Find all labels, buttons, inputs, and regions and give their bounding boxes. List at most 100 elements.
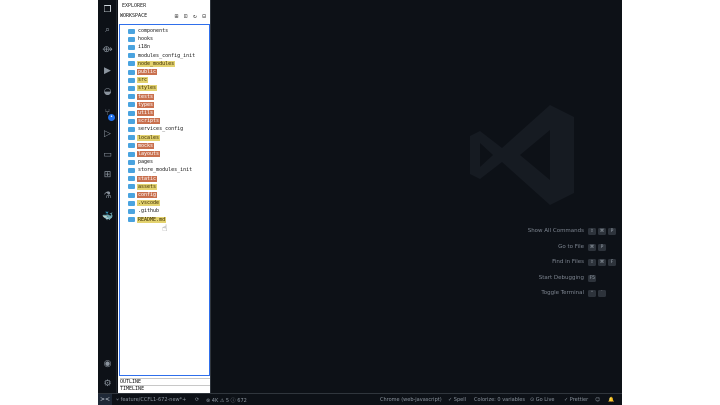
outline-section-header[interactable]: OUTLINE — [120, 378, 210, 385]
tree-item[interactable]: mocks — [128, 142, 208, 150]
tree-item[interactable]: hooks — [128, 35, 208, 43]
copilot-icon[interactable]: ◒ — [102, 87, 113, 98]
run-icon[interactable]: ▶ — [102, 66, 113, 77]
shortcut-keys: ⇧ ⌘ F — [588, 259, 616, 267]
workspace-section-header[interactable]: WORKSPACE ⊞ ⊡ ↻ ⊟ — [120, 13, 209, 22]
keycap: P — [598, 243, 606, 251]
tree-item-label: store_modules_init — [138, 167, 193, 174]
tree-item[interactable]: types — [128, 101, 208, 109]
tree-item-label: types — [137, 101, 155, 108]
tree-item-label: static — [137, 175, 158, 182]
tree-item[interactable]: i18n — [128, 43, 208, 51]
shortcut-label: Find in Files — [552, 259, 584, 266]
shortcut-label: Toggle Terminal — [541, 290, 584, 297]
tree-item[interactable]: .vscode — [128, 199, 208, 207]
explorer-sidebar: EXPLORER WORKSPACE ⊞ ⊡ ↻ ⊟ components hoo… — [118, 0, 211, 393]
shortcut-row: Toggle Terminal ⌃ ` — [462, 290, 622, 300]
extensions-icon[interactable]: ⊞ — [102, 170, 113, 181]
tree-item-label: scripts — [137, 118, 161, 125]
settings-gear-icon[interactable]: ⚙ — [102, 379, 113, 390]
folder-icon — [128, 110, 135, 116]
shortcut-label: Go to File — [558, 243, 584, 250]
search-icon[interactable]: ⌕ — [102, 25, 113, 36]
problems-status[interactable]: ⊗ 4K ⚠ 5 ⓘ 672 — [206, 397, 247, 404]
tree-item-label: node_modules — [137, 60, 176, 67]
tree-item[interactable]: src — [128, 76, 208, 84]
colorize-status[interactable]: Colorize: 0 variables — [474, 397, 525, 403]
tree-item[interactable]: tests — [128, 93, 208, 101]
shortcut-keys: ⌘ P — [588, 243, 606, 251]
extensions-remote-icon[interactable]: ⟴ — [102, 45, 113, 56]
testing-icon[interactable]: ⚗ — [102, 191, 113, 202]
keycap: ⌘ — [588, 243, 596, 251]
shortcut-keys: ⇧ ⌘ P — [588, 228, 616, 235]
feedback-icon[interactable]: ☺ — [595, 397, 600, 403]
branch-status[interactable]: ⑂ feature/CCFL1-672-new*+ — [116, 397, 186, 403]
folder-icon — [128, 217, 135, 223]
tree-item[interactable]: locales — [128, 134, 208, 142]
vscode-window: ❐ ⌕ ⟴ ▶ ◒ ⑂ • ▷ ▭ ⊞ ⚗ 🐳 ◉ ⚙ EXPLORER WOR… — [98, 0, 622, 405]
folder-icon — [128, 44, 135, 50]
shortcut-row: Show All Commands ⇧ ⌘ P — [462, 228, 622, 238]
folder-icon — [128, 208, 135, 214]
debug-target-status[interactable]: Chrome (web-javascript) — [380, 397, 442, 403]
docker-icon[interactable]: 🐳 — [102, 212, 113, 223]
timeline-section-header[interactable]: TIMELINE — [120, 385, 210, 392]
tree-item[interactable]: config — [128, 191, 208, 199]
tree-item[interactable]: styles — [128, 84, 208, 92]
keycap: P — [608, 228, 616, 235]
tree-item[interactable]: layouts — [128, 150, 208, 158]
tree-item-label: styles — [137, 85, 158, 92]
folder-icon — [128, 135, 135, 141]
folder-icon — [128, 184, 135, 190]
tree-item-label: locales — [137, 134, 161, 141]
prettier-status[interactable]: ✓ Prettier — [564, 397, 588, 403]
tree-item[interactable]: assets — [128, 183, 208, 191]
status-bar: >< ⑂ feature/CCFL1-672-new*+ ⟳ ⊗ 4K ⚠ 5 … — [98, 393, 622, 405]
tree-item-label: mocks — [137, 142, 155, 149]
tree-item-label: public — [137, 69, 158, 75]
vscode-logo-watermark-icon — [470, 105, 574, 205]
spell-status[interactable]: ✓ Spell — [448, 397, 466, 403]
folder-icon — [128, 28, 135, 34]
account-icon[interactable]: ◉ — [102, 359, 113, 370]
shortcut-row: Find in Files ⇧ ⌘ F — [462, 259, 622, 269]
keycap: F5 — [588, 274, 597, 282]
go-live-button[interactable]: ⊙ Go Live — [530, 397, 555, 403]
keycap: ⇧ — [588, 228, 596, 235]
folder-icon — [128, 126, 135, 132]
timeline-label: TIMELINE — [120, 386, 145, 392]
editor-area: Show All Commands ⇧ ⌘ P Go to File ⌘ P Find in … — [212, 0, 622, 393]
folder-icon — [128, 200, 135, 206]
tree-item[interactable]: public — [128, 68, 208, 76]
remote-indicator[interactable]: >< — [98, 394, 112, 405]
section-actions-icon[interactable]: ⊞ ⊡ ↻ ⊟ — [175, 13, 207, 20]
tree-item-label: .vscode — [137, 200, 161, 207]
tree-item[interactable]: pages — [128, 158, 208, 166]
explorer-icon[interactable]: ❐ — [102, 5, 113, 16]
tree-item[interactable]: README.md — [128, 216, 208, 224]
tree-item[interactable]: static — [128, 175, 208, 183]
branch-name: feature/CCFL1-672-new*+ — [120, 397, 187, 403]
tree-item-label: utils — [137, 110, 155, 116]
folder-icon — [128, 94, 135, 100]
tree-item[interactable]: services_config — [128, 125, 208, 133]
tree-item-label: services_config — [138, 126, 184, 133]
tree-item-label: hooks — [138, 36, 154, 43]
tree-item[interactable]: .github — [128, 207, 208, 215]
file-tree[interactable]: components hooks i18n modules_config_init no… — [119, 24, 210, 376]
sync-icon[interactable]: ⟳ — [195, 397, 199, 403]
run-debug-icon[interactable]: ▷ — [102, 129, 113, 140]
tree-item[interactable]: utils — [128, 109, 208, 117]
folder-icon — [128, 151, 135, 157]
shortcut-row: Go to File ⌘ P — [462, 243, 622, 254]
notifications-bell-icon[interactable]: 🔔 — [608, 397, 614, 403]
tree-item[interactable]: scripts — [128, 117, 208, 125]
tree-item[interactable]: store_modules_init — [128, 166, 208, 174]
tree-item[interactable]: components — [128, 27, 208, 35]
tree-item-label: .github — [138, 208, 160, 215]
remote-explorer-icon[interactable]: ▭ — [102, 150, 113, 161]
keycap: ⇧ — [588, 259, 596, 267]
tree-item[interactable]: node_modules — [128, 60, 208, 68]
tree-item[interactable]: modules_config_init — [128, 52, 208, 60]
